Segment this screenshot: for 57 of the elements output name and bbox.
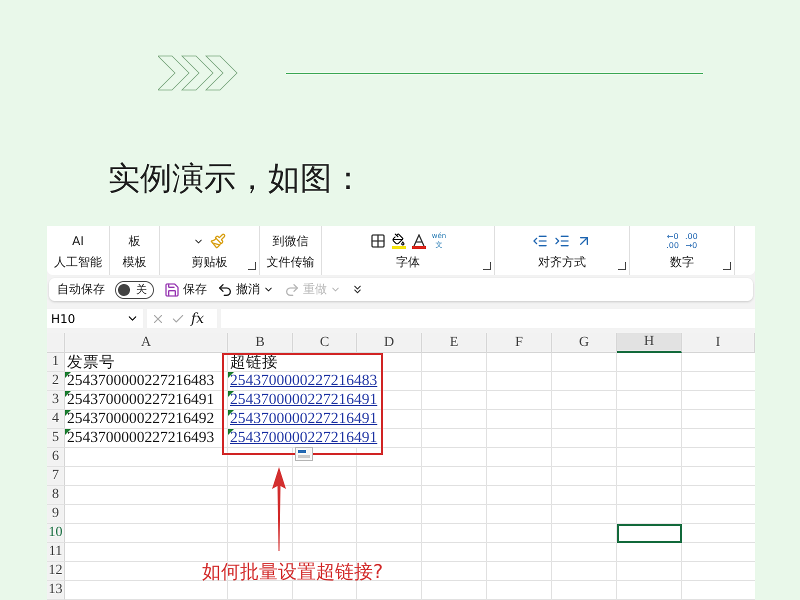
name-box[interactable]: H10 bbox=[47, 309, 143, 328]
row-number[interactable]: 8 bbox=[47, 486, 65, 505]
dialog-launcher-icon[interactable] bbox=[248, 262, 256, 270]
font-color-icon[interactable] bbox=[412, 234, 426, 248]
row-number[interactable]: 9 bbox=[47, 505, 65, 524]
column-header[interactable]: C bbox=[293, 333, 357, 353]
ribbon-button[interactable]: 板 bbox=[128, 232, 140, 250]
decimal-button[interactable]: ←0 .00 bbox=[666, 232, 679, 250]
group-label: 数字 bbox=[670, 254, 694, 271]
save-button[interactable]: 保存 bbox=[164, 281, 207, 298]
group-label: 模板 bbox=[122, 254, 146, 271]
indent-decrease-icon[interactable] bbox=[532, 233, 548, 249]
row-number[interactable]: 3 bbox=[47, 391, 65, 410]
column-header[interactable]: H bbox=[617, 333, 682, 353]
paste-options-icon[interactable] bbox=[295, 447, 313, 461]
group-label: 剪贴板 bbox=[192, 254, 228, 271]
column-header[interactable]: A bbox=[65, 333, 228, 353]
column-header[interactable]: G bbox=[552, 333, 617, 353]
row-number[interactable]: 12 bbox=[47, 562, 65, 581]
row-number[interactable]: 1 bbox=[47, 353, 65, 372]
annotation-text: 如何批量设置超链接? bbox=[202, 560, 384, 585]
dialog-launcher-icon[interactable] bbox=[723, 262, 731, 270]
group-label: 对齐方式 bbox=[538, 254, 586, 271]
chevrons-icon bbox=[158, 55, 238, 91]
indent-increase-icon[interactable] bbox=[554, 233, 570, 249]
row-number[interactable]: 5 bbox=[47, 429, 65, 448]
row-number[interactable]: 11 bbox=[47, 543, 65, 562]
redo-icon bbox=[284, 282, 300, 298]
group-label: 文件传输 bbox=[266, 254, 314, 271]
column-header[interactable]: F bbox=[487, 333, 552, 353]
row-number[interactable]: 10 bbox=[47, 524, 65, 543]
column-header[interactable]: E bbox=[422, 333, 487, 353]
autosave-toggle[interactable]: 关 bbox=[115, 280, 154, 299]
row-number[interactable]: 2 bbox=[47, 372, 65, 391]
column-header[interactable]: B bbox=[228, 333, 293, 353]
borders-icon[interactable] bbox=[370, 233, 386, 249]
selected-cell[interactable] bbox=[617, 524, 682, 543]
dialog-launcher-icon[interactable] bbox=[483, 262, 491, 270]
group-label: 字体 bbox=[396, 254, 420, 271]
ribbon-button[interactable]: AI bbox=[72, 234, 84, 248]
autosave-label: 自动保存 bbox=[57, 281, 105, 298]
undo-icon bbox=[217, 282, 233, 298]
column-header[interactable]: D bbox=[357, 333, 422, 353]
section-heading: 实例演示，如图： bbox=[107, 158, 365, 199]
decimal-button[interactable]: .00 →0 bbox=[685, 232, 698, 250]
row-number[interactable]: 13 bbox=[47, 581, 65, 600]
fill-color-icon[interactable] bbox=[392, 233, 406, 249]
column-header[interactable]: I bbox=[682, 333, 755, 353]
undo-button[interactable]: 撤消 bbox=[217, 281, 274, 298]
group-label: 人工智能 bbox=[54, 254, 102, 271]
row-number[interactable]: 7 bbox=[47, 467, 65, 486]
insert-function-button[interactable]: fx bbox=[191, 310, 204, 327]
save-icon bbox=[164, 282, 180, 298]
ribbon-button[interactable]: 到微信 bbox=[272, 232, 308, 250]
row-number[interactable]: 4 bbox=[47, 410, 65, 429]
dialog-launcher-icon[interactable] bbox=[618, 262, 626, 270]
row-number[interactable]: 6 bbox=[47, 448, 65, 467]
